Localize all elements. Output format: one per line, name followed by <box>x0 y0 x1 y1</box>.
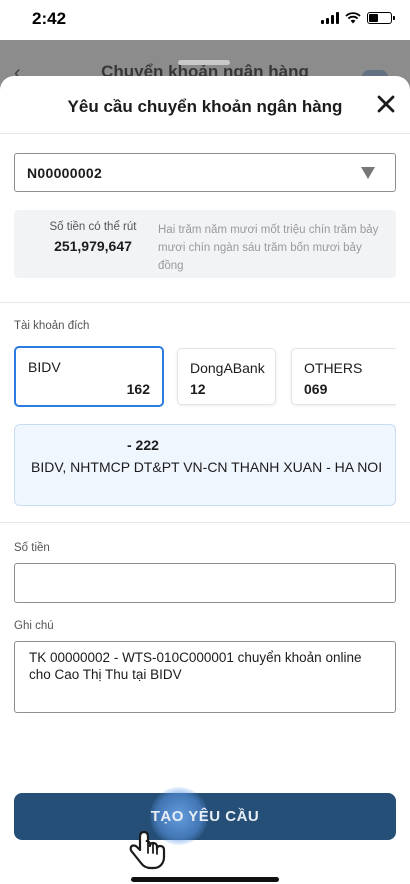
bank-card-code: 12 <box>190 381 206 397</box>
amount-input[interactable] <box>14 563 396 603</box>
bank-card-list: BIDV 162 DongABank 12 OTHERS 069 <box>14 346 396 408</box>
sheet-header: Yêu cầu chuyển khoản ngân hàng <box>0 76 410 134</box>
bank-card-bidv[interactable]: BIDV 162 <box>14 346 164 407</box>
destination-account-info: - 222 BIDV, NHTMCP DT&PT VN-CN THANH XUA… <box>14 424 396 506</box>
hand-pointer-icon <box>129 830 166 870</box>
balance-panel: Số tiền có thể rút 251,979,647 Hai trăm … <box>14 210 396 278</box>
balance-in-words: Hai trăm năm mươi mốt triệu chín trăm bả… <box>158 224 379 272</box>
transfer-request-sheet: Yêu cầu chuyển khoản ngân hàng N00000002… <box>0 76 410 884</box>
destination-account-number: - 222 <box>127 437 159 453</box>
bank-card-code: 069 <box>304 381 328 397</box>
divider <box>0 522 410 523</box>
wifi-icon <box>345 12 361 24</box>
note-textarea[interactable]: TK 00000002 - WTS-010C000001 chuyển khoả… <box>14 641 396 713</box>
signal-icon <box>321 12 339 24</box>
destination-label: Tài khoản đích <box>14 320 90 332</box>
bank-card-dongabank[interactable]: DongABank 12 <box>177 348 276 405</box>
status-time: 2:42 <box>32 9 67 28</box>
amount-label: Số tiền <box>14 542 50 554</box>
note-label: Ghi chú <box>14 620 54 632</box>
status-bar: 2:42 <box>0 0 410 40</box>
battery-icon <box>367 12 395 24</box>
bank-card-code: 162 <box>126 381 150 397</box>
close-icon[interactable] <box>374 92 398 116</box>
bank-card-name: OTHERS <box>304 360 363 376</box>
bank-card-others[interactable]: OTHERS 069 <box>291 348 396 405</box>
balance-value: 251,979,647 <box>54 238 132 254</box>
account-select[interactable]: N00000002 <box>14 153 396 192</box>
bank-card-name: BIDV <box>28 359 61 375</box>
sheet-grabber[interactable] <box>178 60 230 65</box>
status-icons <box>321 12 395 24</box>
divider <box>0 302 410 303</box>
triangle-down-icon <box>361 166 375 179</box>
create-request-button-label: TẠO YÊU CẦU <box>150 808 260 825</box>
account-select-value: N00000002 <box>27 164 103 181</box>
sheet-title: Yêu cầu chuyển khoản ngân hàng <box>67 97 343 116</box>
create-request-button[interactable]: TẠO YÊU CẦU <box>14 787 396 845</box>
destination-bank-branch: BIDV, NHTMCP DT&PT VN-CN THANH XUAN - HA… <box>31 459 383 475</box>
balance-label: Số tiền có thể rút <box>49 221 137 233</box>
home-indicator <box>131 877 279 882</box>
bank-card-name: DongABank <box>190 360 265 376</box>
